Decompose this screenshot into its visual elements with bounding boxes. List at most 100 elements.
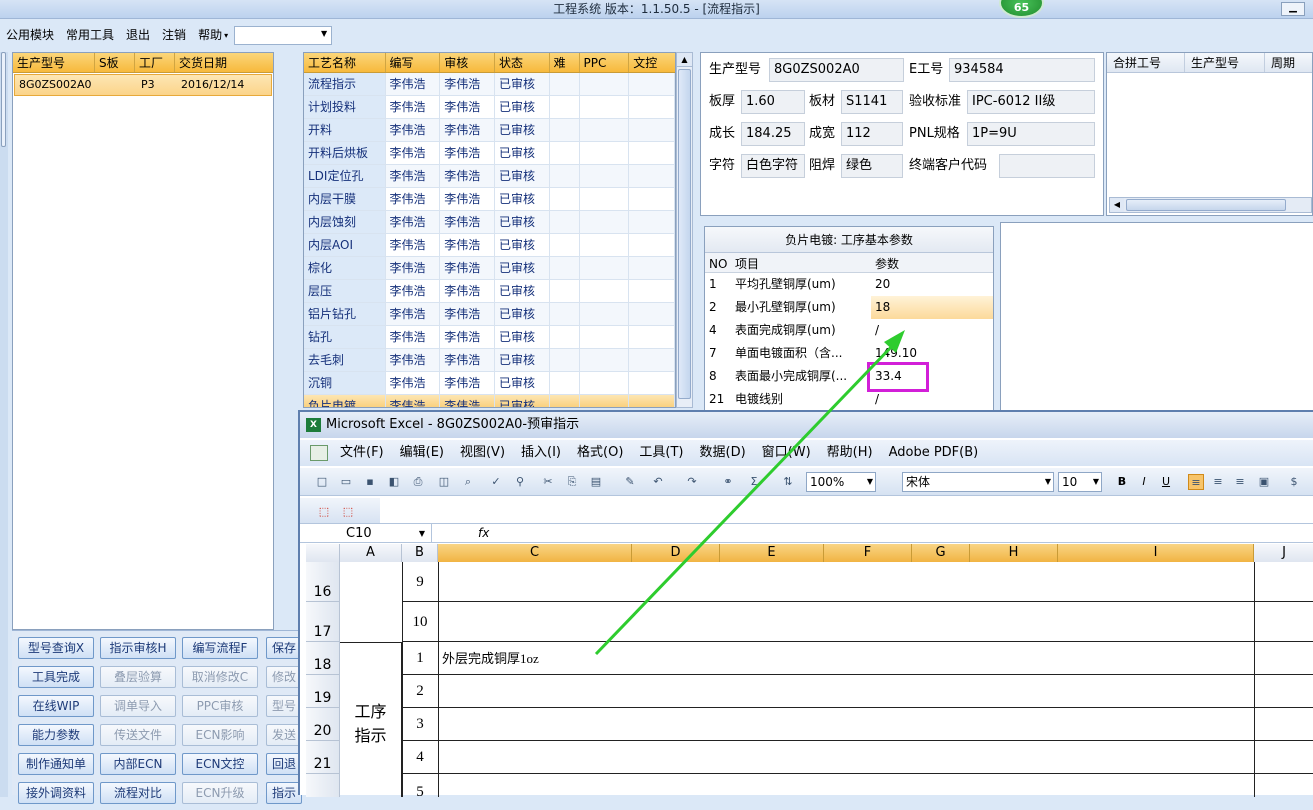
action-button[interactable]: 叠层验算	[100, 666, 176, 688]
param-row[interactable]: 1 平均孔壁铜厚(um) 20	[705, 273, 993, 296]
menu-exit[interactable]: 退出	[120, 24, 156, 46]
select-all-corner[interactable]	[306, 544, 340, 562]
menubar-combo[interactable]: ▼	[234, 25, 333, 45]
merge-hscrollbar[interactable]: ◀	[1109, 197, 1312, 213]
row-header[interactable]: 20	[306, 708, 340, 741]
cell-c[interactable]	[439, 741, 1254, 774]
model-field[interactable]: 8G0ZS002A0	[769, 58, 904, 82]
excel-menu-insert[interactable]: 插入(I)	[513, 440, 569, 466]
col-merge-cycle[interactable]: 周期	[1265, 53, 1312, 72]
menu-public-module[interactable]: 公用模块	[0, 24, 60, 46]
redo-icon[interactable]: ↷	[684, 474, 700, 490]
action-button[interactable]: ECN文控	[182, 753, 258, 775]
cell-j[interactable]	[1255, 562, 1313, 602]
process-row[interactable]: 开料 李伟浩 李伟浩 已审核	[304, 119, 675, 142]
column-header[interactable]: I	[1058, 544, 1254, 562]
minimize-button[interactable]: ▁	[1281, 2, 1305, 16]
col-factory[interactable]: 工厂	[135, 53, 175, 72]
pdf-mail-icon[interactable]: ⬚	[340, 504, 356, 520]
action-button[interactable]: 流程对比	[100, 782, 176, 804]
cell-c[interactable]	[439, 675, 1254, 708]
align-left-icon[interactable]: ≡	[1188, 474, 1204, 490]
column-header[interactable]: D	[632, 544, 720, 562]
row-header[interactable]: 21	[306, 741, 340, 774]
process-scrollbar[interactable]: ▲	[676, 52, 693, 408]
cell-j[interactable]	[1255, 741, 1313, 774]
scroll-thumb[interactable]	[1126, 199, 1286, 211]
zoom-select[interactable]: 100% ▼	[806, 472, 876, 492]
column-header[interactable]: A	[340, 544, 402, 562]
row-header[interactable]	[306, 774, 340, 797]
process-row[interactable]: 计划投料 李伟浩 李伟浩 已审核	[304, 96, 675, 119]
action-button[interactable]: 取消修改C	[182, 666, 258, 688]
col-difficulty[interactable]: 难	[550, 53, 580, 72]
col-doc-control[interactable]: 文控	[629, 53, 675, 72]
action-button[interactable]: 工具完成	[18, 666, 94, 688]
excel-menu-file[interactable]: 文件(F)	[332, 440, 392, 466]
italic-icon[interactable]: I	[1136, 474, 1152, 490]
char-field[interactable]: 白色字符	[741, 154, 805, 178]
cell-b[interactable]: 1	[402, 642, 438, 675]
col-delivery-date[interactable]: 交货日期	[175, 53, 273, 72]
autosum-icon[interactable]: Σ	[746, 474, 762, 490]
cell-j[interactable]	[1255, 708, 1313, 741]
param-row[interactable]: 21 电镀线别 /	[705, 388, 993, 411]
pdf-convert-icon[interactable]: ⬚	[316, 504, 332, 520]
scroll-thumb[interactable]	[678, 69, 691, 399]
width-field[interactable]: 112	[841, 122, 903, 146]
font-select[interactable]: 宋体 ▼	[902, 472, 1054, 492]
excel-menu-data[interactable]: 数据(D)	[692, 440, 754, 466]
column-header[interactable]: C	[438, 544, 632, 562]
pnl-field[interactable]: 1P=9U	[967, 122, 1095, 146]
cell-b[interactable]: 2	[402, 675, 438, 708]
cell-b[interactable]: 3	[402, 708, 438, 741]
action-button[interactable]: 在线WIP	[18, 695, 94, 717]
col-process-name[interactable]: 工艺名称	[304, 53, 386, 72]
underline-icon[interactable]: U	[1158, 474, 1174, 490]
action-button[interactable]: 制作通知单	[18, 753, 94, 775]
row-header[interactable]: 19	[306, 675, 340, 708]
col-writer[interactable]: 编写	[386, 53, 441, 72]
column-header[interactable]: F	[824, 544, 912, 562]
excel-menu-window[interactable]: 窗口(W)	[754, 440, 819, 466]
format-painter-icon[interactable]: ✎	[622, 474, 638, 490]
col-reviewer[interactable]: 审核	[440, 53, 495, 72]
menu-common-tools[interactable]: 常用工具	[60, 24, 120, 46]
material-field[interactable]: S1141	[841, 90, 903, 114]
open-icon[interactable]: ▭	[338, 474, 354, 490]
col-merge-no[interactable]: 合拼工号	[1107, 53, 1185, 72]
spelling-icon[interactable]: ✓	[488, 474, 504, 490]
thickness-field[interactable]: 1.60	[741, 90, 805, 114]
excel-menu-help[interactable]: 帮助(H)	[819, 440, 881, 466]
param-row[interactable]: 7 单面电镀面积（含... 149.10	[705, 342, 993, 365]
sort-icon[interactable]: ⇅	[780, 474, 796, 490]
action-button[interactable]: 接外调资料	[18, 782, 94, 804]
eno-field[interactable]: 934584	[949, 58, 1095, 82]
process-row[interactable]: 内层蚀刻 李伟浩 李伟浩 已审核	[304, 211, 675, 234]
action-button[interactable]: 发送	[266, 724, 302, 746]
action-button[interactable]: 内部ECN	[100, 753, 176, 775]
excel-menu-view[interactable]: 视图(V)	[452, 440, 513, 466]
action-button[interactable]: 调单导入	[100, 695, 176, 717]
cell-j[interactable]	[1255, 675, 1313, 708]
print-icon[interactable]: ⎙	[410, 474, 426, 490]
column-header[interactable]: J	[1254, 544, 1313, 562]
copy-icon[interactable]: ⎘	[564, 474, 580, 490]
worksheet-grid[interactable]: A B C D E F G H I J 16 9 17 10 18 1 外层完成铜厚1oz 19 2 20 3 21 4 5 工…	[306, 544, 1313, 800]
process-row[interactable]: 层压 李伟浩 李伟浩 已审核	[304, 280, 675, 303]
bold-icon[interactable]: B	[1114, 474, 1130, 490]
process-row[interactable]: 流程指示 李伟浩 李伟浩 已审核	[304, 73, 675, 96]
cell-b[interactable]: 9	[402, 562, 438, 602]
action-button[interactable]: ECN升级	[182, 782, 258, 804]
order-row[interactable]: 8G0ZS002A0 P3 2016/12/14	[14, 74, 272, 96]
row-header[interactable]: 16	[306, 562, 340, 602]
process-row[interactable]: 开料后烘板 李伟浩 李伟浩 已审核	[304, 142, 675, 165]
action-button[interactable]: 回退	[266, 753, 302, 775]
customer-code-field[interactable]	[999, 154, 1095, 178]
action-button[interactable]: 能力参数	[18, 724, 94, 746]
menu-help[interactable]: 帮助	[192, 24, 228, 46]
mask-field[interactable]: 绿色	[841, 154, 903, 178]
cell-a-merged[interactable]: 工序 指示	[340, 643, 402, 797]
menu-logout[interactable]: 注销	[156, 24, 192, 46]
standard-field[interactable]: IPC-6012 II级	[967, 90, 1095, 114]
